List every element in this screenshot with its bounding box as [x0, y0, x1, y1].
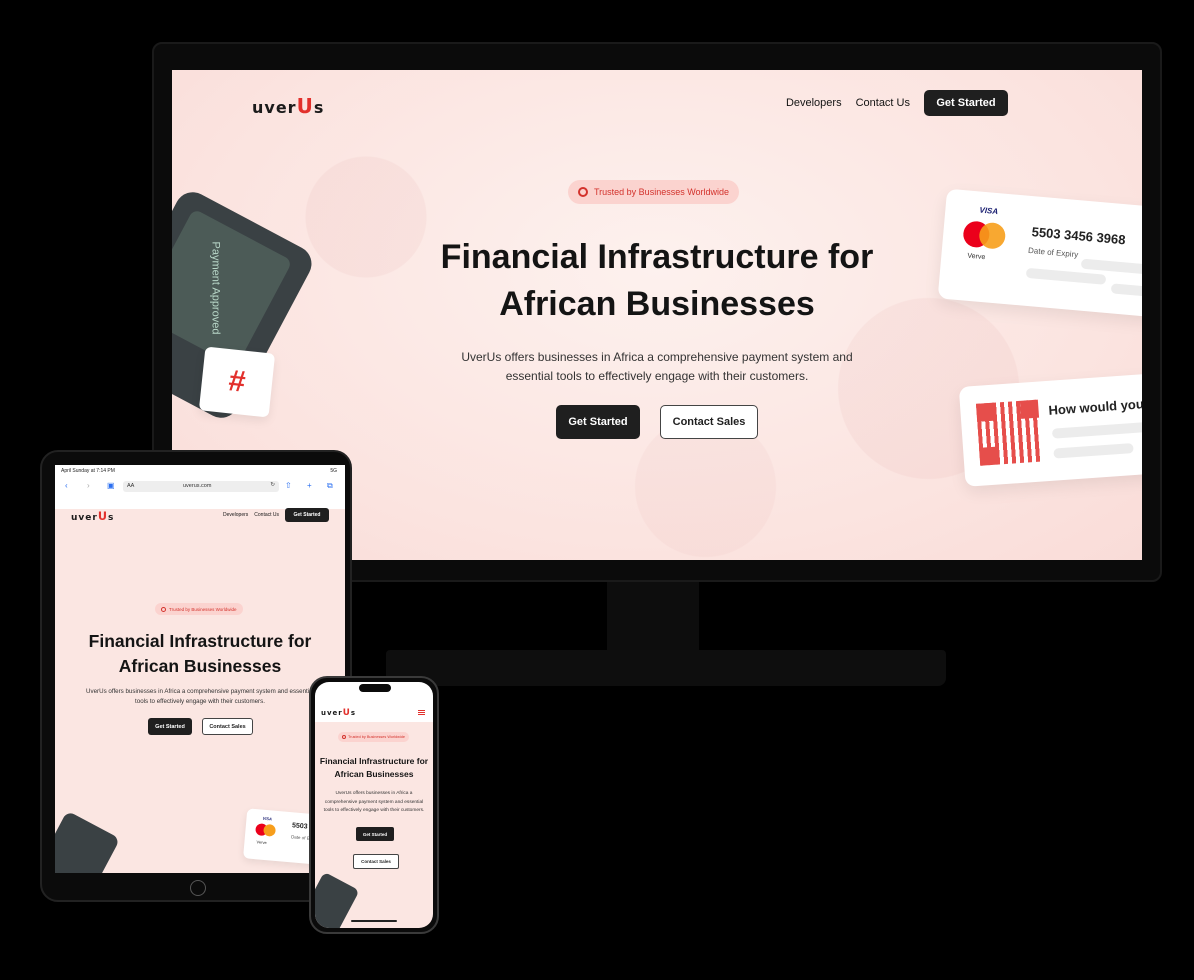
payment-card-illustration: VISA Verve 5503 3456 3968 Date of Expiry [937, 188, 1142, 318]
share-icon[interactable]: ⇧ [285, 481, 292, 490]
forward-arrow-icon[interactable]: › [87, 481, 90, 490]
address-bar[interactable]: AA uverus.com ↻ [123, 481, 279, 492]
tablet-device: April Sunday at 7:14 PM 5G ‹ › ▣ AA uver… [40, 450, 352, 902]
verve-logo: Verve [967, 252, 986, 262]
refresh-icon[interactable]: ↻ [270, 482, 275, 488]
award-icon [342, 735, 346, 739]
nav-get-started-button[interactable]: Get Started [924, 90, 1008, 116]
pos-terminal-illustration [55, 810, 121, 873]
top-nav: Developers Contact Us Get Started [223, 508, 329, 522]
award-icon [578, 187, 588, 197]
monitor-stand-base [386, 650, 946, 686]
tablet-screen: April Sunday at 7:14 PM 5G ‹ › ▣ AA uver… [55, 465, 345, 873]
nav-contact-link[interactable]: Contact Us [254, 512, 279, 518]
hero-subtitle: UverUs offers businesses in Africa a com… [86, 688, 314, 705]
hero-subtitle: UverUs offers businesses in Africa a com… [323, 791, 425, 813]
hero-title: Financial Infrastructure for African Bus… [319, 756, 429, 779]
tabs-icon[interactable]: ⧉ [327, 481, 333, 491]
home-button[interactable] [190, 880, 206, 896]
hero-cta-group: Get Started Contact Sales [556, 405, 758, 439]
phone-screen: uverUs Trusted by Businesses Worldwide F… [315, 682, 433, 928]
award-icon [161, 606, 166, 612]
status-signal: 5G [330, 468, 337, 474]
hash-card-illustration: # [198, 346, 276, 418]
qr-code-icon [975, 399, 1043, 466]
top-nav: Developers Contact Us Get Started [786, 90, 1008, 116]
plus-icon[interactable]: + [307, 481, 312, 490]
hero-title: Financial Infrastructure for African Bus… [88, 631, 312, 676]
phone-notch [359, 684, 391, 692]
brand-logo[interactable]: uverUs [321, 708, 356, 718]
nav-contact-link[interactable]: Contact Us [856, 97, 910, 109]
card-number: 5503 3456 3968 [1031, 224, 1127, 248]
trust-badge: Trusted by Businesses Worldwide [568, 180, 740, 204]
hero-cta-group: Get Started Contact Sales [148, 718, 253, 735]
trust-badge: Trusted by Businesses Worldwide [338, 732, 409, 742]
nav-developers-link[interactable]: Developers [223, 512, 248, 518]
hero-get-started-button[interactable]: Get Started [556, 405, 640, 439]
monitor-stand-neck [607, 582, 699, 652]
book-icon[interactable]: ▣ [107, 481, 115, 490]
hero-contact-sales-button[interactable]: Contact Sales [202, 718, 253, 735]
trust-badge: Trusted by Businesses Worldwide [155, 603, 243, 615]
expiry-label: Date of Expiry [1027, 245, 1079, 260]
hero-contact-sales-button[interactable]: Contact Sales [353, 854, 399, 869]
hero-title: Financial Infrastructure for African Bus… [440, 238, 874, 323]
nav-developers-link[interactable]: Developers [786, 97, 842, 109]
nav-get-started-button[interactable]: Get Started [285, 508, 329, 522]
hero-subtitle: UverUs offers businesses in Africa a com… [461, 350, 853, 383]
hero-contact-sales-button[interactable]: Contact Sales [660, 405, 758, 439]
home-indicator[interactable] [351, 920, 397, 922]
url-text: uverus.com [183, 483, 212, 489]
visa-logo: VISA [979, 205, 999, 217]
hero-get-started-button[interactable]: Get Started [148, 718, 192, 735]
hero-get-started-button[interactable]: Get Started [356, 827, 394, 841]
menu-icon[interactable] [418, 710, 425, 715]
status-time: April Sunday at 7:14 PM [61, 468, 115, 474]
qr-prompt-text: How would you [1048, 396, 1142, 418]
back-arrow-icon[interactable]: ‹ [65, 481, 68, 490]
phone-device: uverUs Trusted by Businesses Worldwide F… [309, 676, 439, 934]
brand-logo[interactable]: uverUs [252, 94, 324, 118]
pos-status-text: Payment Approved [209, 241, 222, 335]
qr-card-illustration: How would you [958, 373, 1142, 487]
brand-logo[interactable]: uverUs [71, 510, 114, 523]
